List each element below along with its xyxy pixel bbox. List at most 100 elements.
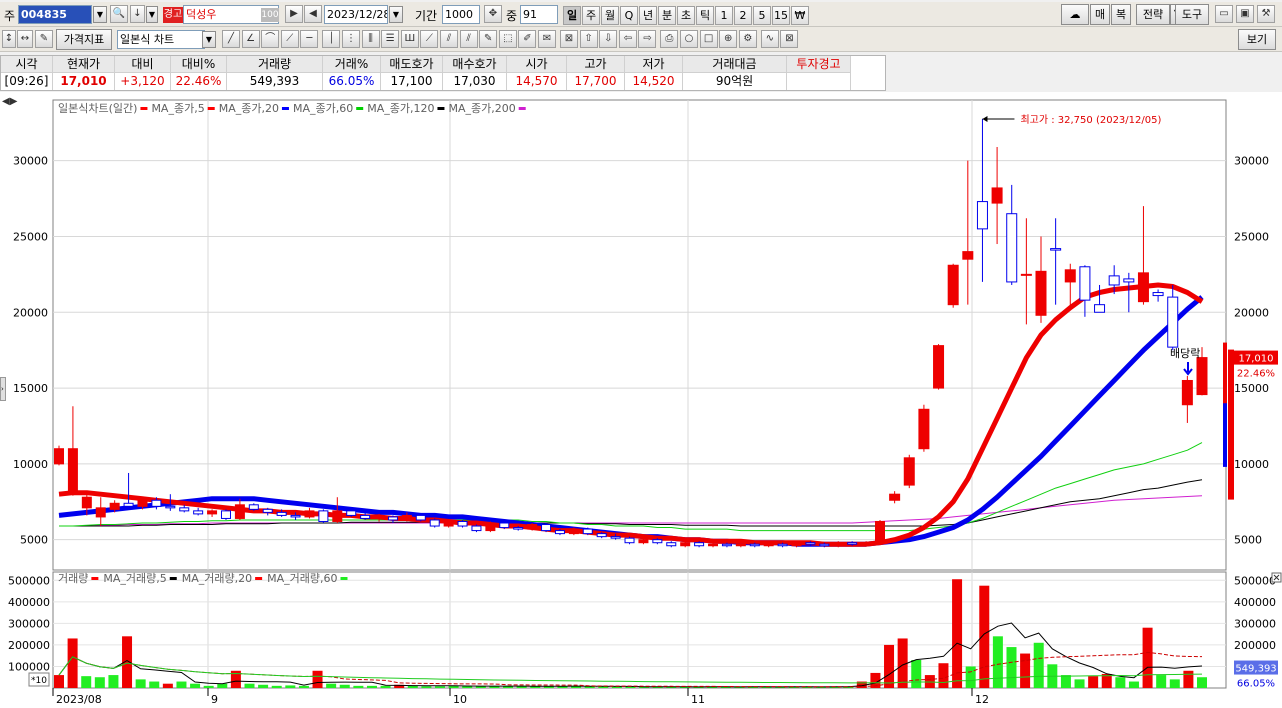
volume-bar xyxy=(1128,681,1139,688)
quote-header-10: 저가 xyxy=(625,56,683,73)
drawing-tool-14-icon[interactable]: ⬚ xyxy=(498,30,517,48)
current-volume-tag: 549,393 xyxy=(1235,664,1276,675)
period-button-2[interactable]: 월 xyxy=(601,6,619,25)
period-button-7[interactable]: 틱 xyxy=(696,6,714,25)
drawing-tool-20-icon[interactable]: ⇦ xyxy=(618,30,637,48)
legend-item: MA_종가,5 xyxy=(151,102,204,115)
period-button-9[interactable]: 2 xyxy=(734,6,752,25)
view-button[interactable]: 보기 xyxy=(1238,29,1276,50)
strategy-button[interactable]: 전략 xyxy=(1136,4,1170,25)
period-button-4[interactable]: 년 xyxy=(639,6,657,25)
candle-body xyxy=(735,543,746,547)
period-label: 기간 xyxy=(415,9,438,23)
period-button-10[interactable]: 5 xyxy=(753,6,771,25)
candle-body xyxy=(443,520,454,527)
drawing-tool-27-icon[interactable]: ∿ xyxy=(760,30,779,48)
y-tick-label-right: 25000 xyxy=(1234,230,1269,243)
period-button-0[interactable]: 일 xyxy=(563,6,581,25)
cloud-icon[interactable]: ☁ xyxy=(1061,4,1089,25)
period-button-5[interactable]: 분 xyxy=(658,6,676,25)
drawing-tool-17-icon[interactable]: ⊠ xyxy=(560,30,578,48)
drawing-tool-18-icon[interactable]: ⇧ xyxy=(579,30,598,48)
next-arrow-icon[interactable]: ▶ xyxy=(285,5,303,23)
indicator-button[interactable]: 가격지표 xyxy=(56,29,112,50)
drawing-tool-1-icon[interactable]: ∠ xyxy=(241,30,260,48)
vol-legend-swatch xyxy=(255,577,263,580)
drawing-tool-4-icon[interactable]: ─ xyxy=(300,30,319,48)
drawing-tool-19-icon[interactable]: ⇩ xyxy=(599,30,618,48)
drawing-tool-9-icon[interactable]: Ш xyxy=(400,30,419,48)
current-pct-tag: 22.46% xyxy=(1237,369,1275,380)
collapse-arrows-icon[interactable]: ◀▶ xyxy=(2,96,17,107)
search-icon[interactable]: 🔍 xyxy=(110,5,128,23)
volume-bar xyxy=(190,683,201,688)
drawing-tool-3-icon[interactable]: ⟋ xyxy=(280,30,299,48)
y-tick-label-left: 30000 xyxy=(13,155,48,168)
drawing-tool-22-icon[interactable]: ⎙ xyxy=(660,30,679,48)
drawing-tool-13-icon[interactable]: ✎ xyxy=(479,30,498,48)
drawing-tool-16-icon[interactable]: ✉ xyxy=(538,30,556,48)
period-button-11[interactable]: 15 xyxy=(772,6,790,25)
y-tick-label-right: 15000 xyxy=(1234,382,1269,395)
candle-body xyxy=(304,510,315,518)
folder-icon[interactable]: ▭ xyxy=(1215,5,1233,23)
candle-body xyxy=(401,514,412,521)
drawing-tool-11-icon[interactable]: ⫽ xyxy=(440,30,458,48)
stock-code-dropdown[interactable]: ▼ xyxy=(93,6,107,23)
drawing-tool-15-icon[interactable]: ✐ xyxy=(518,30,537,48)
drawing-tool-0-icon[interactable]: ╱ xyxy=(222,30,240,48)
save-icon[interactable]: ▣ xyxy=(1236,5,1254,23)
legend-swatch xyxy=(356,107,364,110)
drawing-tool-2-icon[interactable]: ⌒ xyxy=(261,30,280,48)
candle-body xyxy=(207,510,218,515)
buy-button[interactable]: 매 xyxy=(1090,4,1110,25)
price-chart[interactable]: 30000 25000 20000 15000 10000 5000 30000 25000… xyxy=(0,92,1282,708)
drawing-tool-21-icon[interactable]: ⇨ xyxy=(638,30,657,48)
period-button-6[interactable]: 초 xyxy=(677,6,695,25)
drawing-tool-28-icon[interactable]: ⊠ xyxy=(780,30,799,48)
chart-type-dropdown[interactable]: ▼ xyxy=(202,31,216,48)
quote-value-8: 14,570 xyxy=(507,73,567,90)
drawing-tool-5-icon[interactable]: │ xyxy=(322,30,341,48)
date-input[interactable]: 2023/12/28 xyxy=(324,5,388,24)
tools-button[interactable]: 도구 xyxy=(1175,4,1209,25)
volume-bar xyxy=(217,683,228,688)
period-button-3[interactable]: Q xyxy=(620,6,638,25)
volume-bar xyxy=(1006,647,1017,688)
vertical-arrows-icon[interactable]: ↕ xyxy=(2,30,16,48)
side-panel-handle[interactable]: › xyxy=(0,377,6,401)
drawing-tool-25-icon[interactable]: ⊕ xyxy=(719,30,738,48)
volume-bar xyxy=(94,677,105,688)
period-button-12[interactable]: ₩ xyxy=(791,6,809,25)
drawing-tool-10-icon[interactable]: ⟋ xyxy=(420,30,439,48)
chart-type-select[interactable]: 일본식 차트 xyxy=(117,30,205,49)
period-button-8[interactable]: 1 xyxy=(715,6,733,25)
candle-body xyxy=(81,496,92,509)
period-button-1[interactable]: 주 xyxy=(582,6,600,25)
volume-bar xyxy=(979,585,990,688)
sell-button[interactable]: 복 xyxy=(1111,4,1131,25)
drawing-tool-24-icon[interactable]: □ xyxy=(699,30,718,48)
date-dropdown[interactable]: ▼ xyxy=(389,6,403,23)
candle-body xyxy=(777,543,788,547)
move-icon[interactable]: ✥ xyxy=(484,5,502,23)
stock-code-input[interactable]: 004835 xyxy=(18,5,92,24)
chart-area[interactable]: 30000 25000 20000 15000 10000 5000 30000 25000… xyxy=(0,92,1282,708)
volume-bar xyxy=(1060,675,1071,688)
sort-dropdown[interactable]: ▼ xyxy=(146,6,158,23)
overlap-input[interactable]: 91 xyxy=(520,5,558,24)
candle-body xyxy=(652,539,663,544)
period-input[interactable]: 1000 xyxy=(442,5,480,24)
drawing-tool-8-icon[interactable]: ☰ xyxy=(381,30,400,48)
sort-icon[interactable]: ↓ xyxy=(130,5,145,23)
edit-icon[interactable]: ✎ xyxy=(35,30,53,48)
horizontal-arrows-icon[interactable]: ↔ xyxy=(17,30,33,48)
drawing-tool-23-icon[interactable]: ○ xyxy=(680,30,698,48)
wrench-icon[interactable]: ⚒ xyxy=(1257,5,1275,23)
candle-body xyxy=(847,542,858,545)
drawing-tool-6-icon[interactable]: ⋮ xyxy=(342,30,360,48)
prev-arrow-icon[interactable]: ◀ xyxy=(304,5,322,23)
drawing-tool-7-icon[interactable]: ⫼ xyxy=(361,30,380,48)
drawing-tool-12-icon[interactable]: ⫽ xyxy=(459,30,478,48)
drawing-tool-26-icon[interactable]: ⚙ xyxy=(738,30,757,48)
